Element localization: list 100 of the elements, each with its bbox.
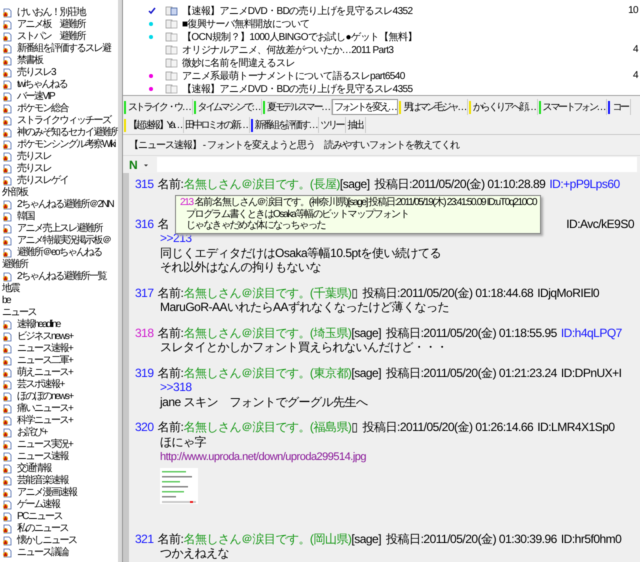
- popup-header: 213名前:名無しさん＠涙目です。(神奈川県)[sage] 投稿日:2011/05/19(木) 23:41:50.09 ID:uT0q210C0: [180, 197, 536, 208]
- image-link[interactable]: http://www.uproda.net/down/uproda299514.jpg: [160, 451, 366, 463]
- board-item[interactable]: 科学ニュース+: [0, 415, 118, 427]
- board-item[interactable]: ニュース速報: [0, 451, 118, 463]
- board-item[interactable]: けいおん！別荘地: [0, 7, 118, 19]
- board-item[interactable]: ストライクウィッチーズ: [0, 115, 118, 127]
- tab[interactable]: タイムマシンで…: [192, 99, 262, 115]
- board-item[interactable]: 売りスレ: [0, 151, 118, 163]
- poster-id[interactable]: ID:+pP9Lps60: [549, 177, 620, 192]
- board-item[interactable]: アニメ売上スレ避難所: [0, 223, 118, 235]
- poster-id[interactable]: ID:DPnUX+I: [560, 366, 622, 380]
- category-item[interactable]: be: [0, 295, 118, 307]
- board-item[interactable]: PCニュース: [0, 511, 118, 523]
- post-number[interactable]: 317: [135, 286, 154, 300]
- tab[interactable]: スマートフォン…: [538, 99, 608, 115]
- address-field[interactable]: [156, 157, 637, 172]
- board-item[interactable]: 交通情報: [0, 463, 118, 475]
- tab[interactable]: ストライク・ウ…: [123, 99, 193, 115]
- board-item[interactable]: 避難所＠eoちゃんねる: [0, 247, 118, 259]
- board-item[interactable]: ニュース実況+: [0, 439, 118, 451]
- date-label: 投稿日:: [374, 177, 412, 192]
- board-item[interactable]: ビジネスnews+: [0, 331, 118, 343]
- poster-name: 名無しさん＠涙目です。(東京都): [183, 366, 352, 380]
- thread-title-text[interactable]: オリジナルアニメ、何故差がついたか…2011 Part3: [182, 42, 394, 56]
- poster-id[interactable]: ID:LMR4X1Sp0: [537, 420, 615, 434]
- category-item[interactable]: 外部板: [0, 187, 118, 199]
- response-count: 4: [633, 44, 640, 55]
- tab[interactable]: 抽出: [346, 117, 366, 133]
- board-item[interactable]: 萌えニュース+: [0, 367, 118, 379]
- board-item[interactable]: 芸スポ速報+: [0, 379, 118, 391]
- board-item[interactable]: アニメ特撮実況掲示板＠: [0, 235, 118, 247]
- thread-title-text[interactable]: アニメ系最萌トーナメントについて語るスレpart6540: [182, 68, 405, 82]
- board-item[interactable]: 2ちゃんねる避難所＠2NN: [0, 199, 118, 211]
- post-number[interactable]: 320: [135, 420, 154, 434]
- post-number[interactable]: 316: [135, 216, 154, 231]
- board-item[interactable]: ストパン 避難所: [0, 31, 118, 43]
- board-item[interactable]: バー速VIP: [0, 91, 118, 103]
- reply-anchor-link[interactable]: >>318: [160, 380, 192, 394]
- caret-icon[interactable]: [142, 162, 149, 166]
- tab[interactable]: 田中ロミオの新…: [184, 117, 250, 133]
- board-item[interactable]: ニュース議論: [0, 547, 118, 559]
- board-item[interactable]: ほのぼのnews+: [0, 391, 118, 403]
- post-text: つかえねえな: [160, 546, 230, 560]
- post-number[interactable]: 318: [135, 326, 154, 340]
- board-item[interactable]: 韓国: [0, 211, 118, 223]
- board-item[interactable]: 痛いニュース+: [0, 403, 118, 415]
- board-item[interactable]: 2ちゃんねる避難所一覧: [0, 271, 118, 283]
- name-icon[interactable]: N: [126, 158, 141, 172]
- poster-id[interactable]: IDjqMoRIEl0: [537, 286, 600, 300]
- board-item[interactable]: ニュース速報+: [0, 343, 118, 355]
- name-label: 名前:: [158, 286, 184, 300]
- poster-id[interactable]: ID:hr5f0hm0: [560, 532, 622, 546]
- poster-name: 名無しさん＠涙目です。(福島県): [183, 420, 352, 434]
- thread-title-text[interactable]: ■復興サーバ無料開放について: [182, 16, 310, 30]
- tab[interactable]: コー: [607, 99, 631, 115]
- board-item[interactable]: 禁書板: [0, 55, 118, 67]
- board-item[interactable]: 芸能音楽速報: [0, 475, 118, 487]
- name-label: 名前:: [158, 326, 184, 340]
- poster-name: 名無しさん＠涙目です。(長屋): [183, 177, 340, 192]
- post-number[interactable]: 319: [135, 366, 154, 380]
- reply-anchor-link[interactable]: >>213: [160, 231, 192, 245]
- board-item[interactable]: twiちゃんねる: [0, 79, 118, 91]
- name-label: 名前:: [158, 366, 184, 380]
- category-item[interactable]: ニュース: [0, 307, 118, 319]
- poster-id[interactable]: ID:Avc/kE9S0: [566, 216, 634, 231]
- board-item[interactable]: 新番組を評価するスレ避: [0, 43, 118, 55]
- mail-field: ▯: [351, 286, 358, 300]
- mail-field: [sage]: [351, 366, 382, 380]
- thread-title-text[interactable]: 【速報】アニメDVD・BDの売り上げを見守るスレ4355: [182, 82, 412, 95]
- board-item[interactable]: 私のニュース: [0, 523, 118, 535]
- board-item[interactable]: ポケモンシングル考察Wiki: [0, 139, 118, 151]
- board-item[interactable]: ゲーム速報: [0, 499, 118, 511]
- tab[interactable]: ツリー: [319, 117, 346, 133]
- board-item[interactable]: お詫び+: [0, 427, 118, 439]
- post-number[interactable]: 315: [135, 177, 154, 192]
- popup-text: じゃなきゃだめな体になっちゃった: [185, 220, 326, 231]
- poster-id[interactable]: ID:h4qLPQ7: [560, 326, 622, 340]
- date-label: 投稿日:: [386, 532, 424, 546]
- poster-name: 名無しさん＠涙目です。(岡山県): [183, 532, 352, 546]
- tab[interactable]: フォントを変え…: [332, 99, 398, 115]
- post-number[interactable]: 321: [135, 532, 154, 546]
- tab[interactable]: 男はマン毛ジャ…: [398, 99, 468, 115]
- date-label: 投稿日:: [386, 326, 424, 340]
- category-item[interactable]: 避難所: [0, 259, 118, 271]
- board-item[interactable]: 売りスレゲイ: [0, 175, 118, 187]
- thread-title-text[interactable]: 【速報】アニメDVD・BDの売り上げを見守るスレ4352: [182, 4, 412, 18]
- board-item[interactable]: ポケモン総合: [0, 103, 118, 115]
- board-item[interactable]: 懐かしニュース: [0, 535, 118, 547]
- tab[interactable]: からくりアへ顔…: [468, 99, 538, 115]
- thread-title-text[interactable]: 微妙に名前を間違えるスレ: [182, 56, 295, 70]
- thread-title-text[interactable]: 【OCN規制？】1000人BINGOでお試し●ゲット【無料】: [182, 30, 417, 44]
- board-item[interactable]: 売りスレ3: [0, 67, 118, 79]
- board-item[interactable]: 売りスレ: [0, 163, 118, 175]
- category-item[interactable]: 地震: [0, 283, 118, 295]
- tab[interactable]: 【超速報】Ya…: [123, 117, 184, 133]
- board-item[interactable]: アニメ板 避難所: [0, 19, 118, 31]
- tab[interactable]: 新番組を評価す…: [250, 117, 320, 133]
- board-item[interactable]: ニュース二軍+: [0, 355, 118, 367]
- board-item[interactable]: 速報headline: [0, 319, 118, 331]
- board-item[interactable]: アニメ漫画速報: [0, 487, 118, 499]
